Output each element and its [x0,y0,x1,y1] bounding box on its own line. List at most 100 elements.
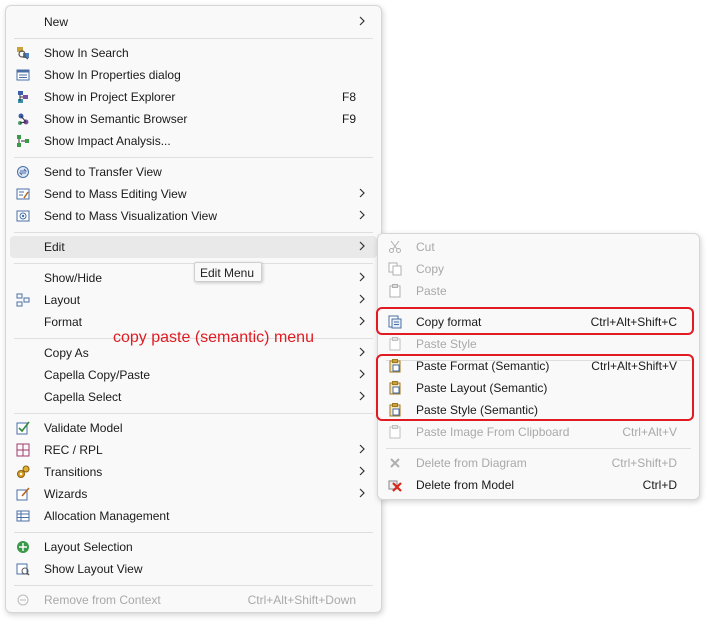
menu-item-label: Validate Model [44,421,123,435]
menu-item-layout[interactable]: Layout [10,289,377,311]
menu-item-show-layout-view[interactable]: Show Layout View [10,558,377,580]
menu-item-capella-select[interactable]: Capella Select [10,386,377,408]
chevron-right-icon [359,188,365,198]
menu-item-paste[interactable]: Paste [382,280,695,302]
layout-selection-icon [17,541,29,553]
menu-item-show-in-search[interactable]: Show In Search [10,42,377,64]
menu-item-label: Allocation Management [44,509,170,523]
chevron-right-icon [359,16,365,26]
separator [14,157,373,158]
menu-item-label: Show in Project Explorer [44,90,176,104]
menu-item-label: Wizards [44,487,88,501]
paste-style-icon [389,337,401,351]
paste-image-icon [389,425,401,439]
menu-item-label: Remove from Context [44,593,161,607]
separator [14,413,373,414]
menu-item-show-in-properties[interactable]: Show In Properties dialog [10,64,377,86]
menu-item-send-to-mass-visualization-view[interactable]: Send to Mass Visualization View [10,205,377,227]
menu-item-label: Layout [44,293,81,307]
menu-item-label: Delete from Diagram [416,456,527,470]
layout-view-icon [16,563,30,576]
chevron-right-icon [359,294,365,304]
separator [14,532,373,533]
menu-item-send-to-mass-editing-view[interactable]: Send to Mass Editing View [10,183,377,205]
rec-rpl-icon [16,443,30,457]
mass-editing-icon [16,188,30,200]
menu-item-label: Edit [44,240,65,254]
menu-item-label: Format [44,315,83,329]
menu-item-label: New [44,15,69,29]
menu-item-show-in-project-explorer[interactable]: Show in Project Explorer F8 [10,86,377,108]
menu-item-edit[interactable]: Edit [10,236,377,258]
menu-item-label: Copy [416,262,445,276]
menu-item-copy[interactable]: Copy [382,258,695,280]
chevron-right-icon [359,466,365,476]
menu-item-label: Cut [416,240,435,254]
menu-item-label: Copy As [44,346,89,360]
menu-item-show-impact-analysis[interactable]: Show Impact Analysis... [10,130,377,152]
chevron-right-icon [359,391,365,401]
menu-item-label: Show In Search [44,46,129,60]
menu-item-capella-copy-paste[interactable]: Capella Copy/Paste [10,364,377,386]
menu-item-label: Show In Properties dialog [44,68,181,82]
wizard-icon [16,487,30,501]
shortcut-label: F8 [341,90,356,104]
paste-icon [389,284,401,298]
menu-item-allocation-management[interactable]: Allocation Management [10,505,377,527]
transfer-view-icon [17,166,29,178]
menu-item-label: Capella Select [44,390,122,404]
menu-item-paste-style[interactable]: Paste Style [382,333,695,355]
menu-item-rec-rpl[interactable]: REC / RPL [10,439,377,461]
shortcut-label: F9 [341,112,356,126]
impact-analysis-icon [17,135,29,147]
menu-item-label: Delete from Model [416,478,515,492]
menu-item-label: Paste Style [416,337,477,351]
menu-item-new[interactable]: New [10,11,377,33]
shortcut-label: Ctrl+Shift+D [611,456,677,470]
menu-item-delete-from-diagram[interactable]: Delete from Diagram Ctrl+Shift+D [382,452,695,474]
menu-item-cut[interactable]: Cut [382,236,695,258]
menu-item-label: Show Layout View [44,562,143,576]
menu-item-transitions[interactable]: Transitions [10,461,377,483]
annotation-label: copy paste (semantic) menu [113,329,314,346]
menu-item-paste-image-from-clipboard[interactable]: Paste Image From Clipboard Ctrl+Alt+V [382,421,695,443]
separator [14,38,373,39]
menu-item-label: Show Impact Analysis... [44,134,171,148]
chevron-right-icon [359,272,365,282]
shortcut-label: Ctrl+Alt+V [622,425,677,439]
chevron-right-icon [359,316,365,326]
mass-visualization-icon [16,210,30,222]
menu-item-label: Capella Copy/Paste [44,368,151,382]
chevron-right-icon [359,241,365,251]
chevron-right-icon [359,347,365,357]
table-icon [16,510,30,522]
chevron-right-icon [359,488,365,498]
highlight-box-copy-format [376,307,694,335]
search-icon [17,47,29,60]
menu-item-send-to-transfer-view[interactable]: Send to Transfer View [10,161,377,183]
menu-item-label: REC / RPL [44,443,103,457]
chevron-right-icon [359,210,365,220]
scissors-icon [389,240,401,253]
separator [386,448,691,449]
menu-item-layout-selection[interactable]: Layout Selection [10,536,377,558]
semantic-browser-icon [18,113,29,125]
menu-item-validate-model[interactable]: Validate Model [10,417,377,439]
menu-item-label: Send to Transfer View [44,165,162,179]
menu-item-label: Send to Mass Editing View [44,187,187,201]
menu-item-wizards[interactable]: Wizards [10,483,377,505]
menu-item-show-in-semantic-browser[interactable]: Show in Semantic Browser F9 [10,108,377,130]
menu-item-remove-from-context[interactable]: Remove from Context Ctrl+Alt+Shift+Down [10,589,377,611]
layout-icon [16,293,30,307]
delete-from-model-icon [388,480,402,492]
project-explorer-icon [18,91,28,103]
menu-item-label: Send to Mass Visualization View [44,209,217,223]
edit-menu-tooltip: Edit Menu [194,262,262,282]
properties-icon [16,69,30,81]
highlight-box-paste-semantic [376,354,694,421]
menu-item-label: Paste Image From Clipboard [416,425,570,439]
shortcut-label: Ctrl+D [642,478,677,492]
menu-item-label: Layout Selection [44,540,133,554]
menu-item-delete-from-model[interactable]: Delete from Model Ctrl+D [382,474,695,496]
gear-icon [17,465,30,478]
